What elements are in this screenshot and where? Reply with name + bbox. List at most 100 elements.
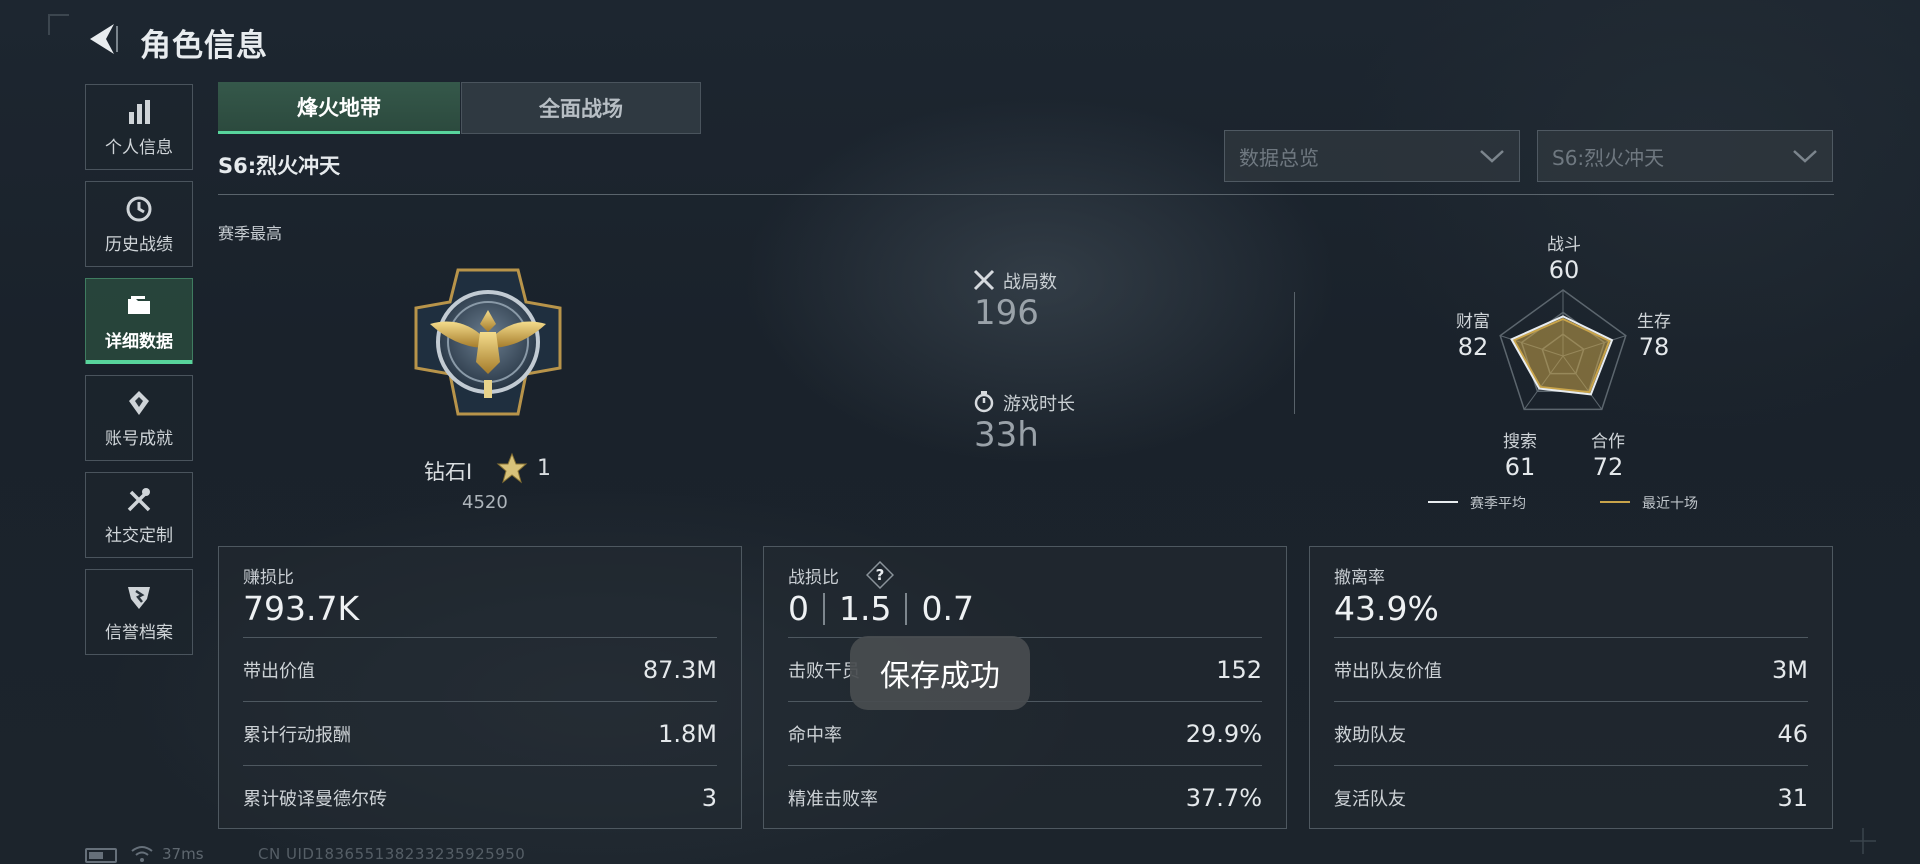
history-icon bbox=[124, 194, 154, 224]
battery-icon bbox=[85, 848, 117, 863]
tools-icon bbox=[124, 485, 154, 515]
legend-recent-ten: 最近十场 bbox=[1642, 496, 1698, 512]
season-best-label: 赛季最高 bbox=[218, 224, 283, 243]
radar-label-survival: 生存 bbox=[1637, 312, 1671, 332]
star-icon bbox=[496, 452, 528, 484]
stat-value: 31 bbox=[1777, 783, 1808, 812]
wifi-icon bbox=[131, 846, 153, 862]
sidebar-item-label: 社交定制 bbox=[105, 525, 173, 546]
radar-value-wealth: 82 bbox=[1457, 333, 1489, 361]
playtime-label: 游戏时长 bbox=[1003, 394, 1075, 415]
corner-bracket-icon bbox=[48, 14, 69, 35]
tab-beacon-zone[interactable]: 烽火地带 bbox=[218, 82, 460, 134]
profit-ratio-label: 赚损比 bbox=[243, 568, 294, 588]
sidebar-item-label: 信誉档案 bbox=[105, 622, 173, 643]
stat-label: 带出价值 bbox=[243, 660, 315, 682]
extract-rate-label: 撤离率 bbox=[1334, 568, 1385, 588]
radar-value-teamwork: 72 bbox=[1592, 453, 1624, 481]
radar-label-wealth: 财富 bbox=[1456, 312, 1490, 332]
separator bbox=[823, 592, 825, 625]
toast-message: 保存成功 bbox=[850, 636, 1030, 710]
folder-icon bbox=[124, 291, 154, 321]
stat-value: 87.3M bbox=[642, 655, 717, 684]
rank-star-count: 1 bbox=[537, 456, 551, 481]
separator bbox=[905, 592, 908, 625]
rank-score: 4520 bbox=[462, 492, 508, 513]
vertical-divider bbox=[1294, 292, 1295, 414]
stat-row: 带出价值 87.3M bbox=[243, 637, 717, 701]
profit-card: 赚损比 793.7K 带出价值 87.3M 累计行动报酬 1.8M 累计破译曼德… bbox=[218, 546, 742, 829]
stat-label: 复活队友 bbox=[1334, 788, 1406, 810]
sidebar-item-label: 详细数据 bbox=[105, 331, 173, 352]
stat-row: 命中率 29.9% bbox=[788, 701, 1262, 765]
kd-value: 1.5 bbox=[839, 589, 892, 628]
extract-rate-value: 43.9% bbox=[1334, 589, 1439, 628]
chevron-down-icon bbox=[1480, 150, 1504, 163]
page-title: 角色信息 bbox=[140, 28, 268, 64]
back-arrow-icon[interactable] bbox=[82, 18, 124, 60]
achievement-icon bbox=[124, 388, 154, 418]
stat-label: 累计破译曼德尔砖 bbox=[243, 788, 387, 810]
stat-row: 带出队友价值 3M bbox=[1334, 637, 1808, 701]
stat-label: 累计行动报酬 bbox=[243, 724, 351, 746]
radar-value-search: 61 bbox=[1504, 453, 1536, 481]
sidebar-item-history[interactable]: 历史战绩 bbox=[85, 181, 193, 267]
ping-text: 37ms bbox=[162, 845, 204, 863]
stat-value: 37.7% bbox=[1185, 783, 1262, 812]
season-select[interactable]: S6:烈火冲天 bbox=[1537, 130, 1833, 182]
radar-value-survival: 78 bbox=[1638, 333, 1670, 361]
stat-label: 精准击败率 bbox=[788, 788, 878, 810]
stat-value: 3 bbox=[701, 783, 717, 812]
stopwatch-icon bbox=[974, 391, 994, 413]
legend-swatch-recent-ten bbox=[1600, 501, 1630, 503]
stat-value: 152 bbox=[1216, 655, 1262, 684]
legend-season-avg: 赛季平均 bbox=[1470, 496, 1526, 512]
matches-label: 战局数 bbox=[1003, 272, 1057, 293]
sidebar-item-personal-info[interactable]: 个人信息 bbox=[85, 84, 193, 170]
kd-ratio-label: 战损比 bbox=[788, 568, 839, 588]
stat-row: 累计行动报酬 1.8M bbox=[243, 701, 717, 765]
uid-text: CN UID183655138233235925950 bbox=[258, 845, 526, 863]
stat-label: 命中率 bbox=[788, 724, 842, 746]
stat-label: 带出队友价值 bbox=[1334, 660, 1442, 682]
extract-card: 撤离率 43.9% 带出队友价值 3M 救助队友 46 复活队友 31 bbox=[1309, 546, 1833, 829]
sidebar-item-reputation[interactable]: 信誉档案 bbox=[85, 569, 193, 655]
stat-row: 精准击败率 37.7% bbox=[788, 765, 1262, 829]
view-select-value: 数据总览 bbox=[1239, 145, 1319, 170]
radar-label-teamwork: 合作 bbox=[1591, 432, 1625, 452]
stat-value: 46 bbox=[1777, 719, 1808, 748]
legend-swatch-season-avg bbox=[1428, 501, 1458, 503]
stat-row: 救助队友 46 bbox=[1334, 701, 1808, 765]
divider bbox=[218, 194, 1834, 195]
season-select-value: S6:烈火冲天 bbox=[1552, 145, 1665, 170]
stat-label: 救助队友 bbox=[1334, 724, 1406, 746]
stat-row: 累计破译曼德尔砖 3 bbox=[243, 765, 717, 829]
crossed-swords-icon bbox=[973, 269, 995, 291]
rank-medal-icon bbox=[414, 268, 562, 416]
season-title: S6:烈火冲天 bbox=[218, 154, 341, 178]
chevron-down-icon bbox=[1793, 150, 1817, 163]
help-icon[interactable]: ? bbox=[866, 561, 894, 589]
kd-value: 0.7 bbox=[921, 589, 974, 628]
stat-row: 复活队友 31 bbox=[1334, 765, 1808, 829]
sidebar-item-label: 历史战绩 bbox=[105, 234, 173, 255]
sidebar-item-social[interactable]: 社交定制 bbox=[85, 472, 193, 558]
radar-label-combat: 战斗 bbox=[1547, 235, 1581, 255]
view-select[interactable]: 数据总览 bbox=[1224, 130, 1520, 182]
rank-name: 钻石Ⅰ bbox=[424, 460, 473, 484]
stat-value: 29.9% bbox=[1185, 719, 1262, 748]
tab-full-battlefield[interactable]: 全面战场 bbox=[461, 82, 701, 134]
profit-ratio-value: 793.7K bbox=[243, 589, 360, 628]
bar-chart-icon bbox=[124, 97, 154, 127]
sidebar-item-achievements[interactable]: 账号成就 bbox=[85, 375, 193, 461]
playtime-value: 33h bbox=[974, 415, 1039, 455]
stat-value: 3M bbox=[1772, 655, 1808, 684]
radar-label-search: 搜索 bbox=[1503, 432, 1537, 452]
svg-text:?: ? bbox=[876, 566, 885, 584]
shield-icon bbox=[124, 582, 154, 612]
sidebar-item-detailed-data[interactable]: 详细数据 bbox=[85, 278, 193, 364]
crosshair-icon bbox=[1850, 828, 1876, 854]
sidebar-item-label: 账号成就 bbox=[105, 428, 173, 449]
matches-value: 196 bbox=[974, 293, 1039, 333]
sidebar-item-label: 个人信息 bbox=[105, 137, 173, 158]
